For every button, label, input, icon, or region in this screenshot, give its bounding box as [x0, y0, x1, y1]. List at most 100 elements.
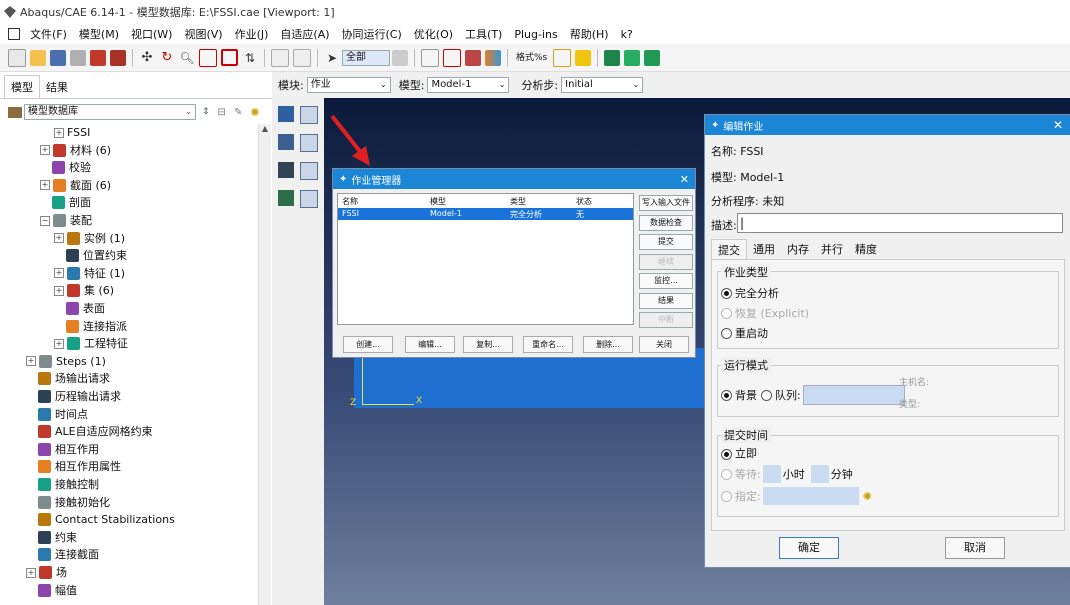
- tree-item[interactable]: 幅值: [26, 582, 77, 599]
- constraint-tool-icon[interactable]: [465, 49, 481, 66]
- app-menu-icon[interactable]: [8, 28, 20, 40]
- model-combo[interactable]: Model-1 ⌄: [427, 77, 510, 93]
- optimization-icon[interactable]: [278, 190, 294, 206]
- table-row[interactable]: FSSI Model-1 完全分析 无: [338, 208, 633, 220]
- tree-item[interactable]: 表面: [54, 300, 105, 317]
- column-header[interactable]: 模型: [430, 196, 446, 207]
- menu-item-4[interactable]: 作业(J): [235, 26, 269, 42]
- description-input[interactable]: |: [737, 213, 1063, 233]
- expand-icon[interactable]: +: [26, 567, 36, 578]
- job-type-option[interactable]: 重启动: [721, 323, 809, 343]
- expand-icon[interactable]: +: [26, 356, 36, 367]
- close-button[interactable]: 关闭: [639, 336, 689, 353]
- tab-2[interactable]: 内存: [781, 239, 815, 259]
- step-combo[interactable]: Initial ⌄: [561, 77, 644, 93]
- cancel-button[interactable]: 取消: [945, 537, 1005, 559]
- hours-input[interactable]: [762, 465, 781, 483]
- minutes-input[interactable]: [810, 465, 829, 483]
- tree-item[interactable]: 位置约束: [54, 247, 127, 264]
- save-icon[interactable]: [50, 49, 66, 66]
- tree-item[interactable]: 相互作用属性: [26, 458, 121, 475]
- collapse-icon[interactable]: −: [40, 215, 50, 226]
- tree-item[interactable]: + 特征 (1): [54, 265, 125, 282]
- close-icon[interactable]: ✕: [680, 173, 689, 186]
- queue-combo[interactable]: [802, 385, 905, 405]
- cube-yellow-icon[interactable]: [575, 49, 592, 66]
- tree-item[interactable]: 连接截面: [26, 546, 99, 563]
- job-bottom-button[interactable]: 复制...: [463, 336, 513, 353]
- job-manager-icon[interactable]: [300, 106, 318, 124]
- filter-icon[interactable]: ⊟: [218, 107, 226, 118]
- new-icon[interactable]: [8, 48, 26, 67]
- tree-item[interactable]: Contact Stabilizations: [26, 511, 175, 528]
- tab-1[interactable]: 通用: [747, 239, 781, 259]
- cycle-views-icon[interactable]: ⇅: [242, 50, 258, 66]
- tree-item[interactable]: + 材料 (6): [40, 142, 111, 159]
- adaptivity-manager-icon[interactable]: [300, 134, 318, 152]
- plugin-red-icon[interactable]: [90, 49, 106, 66]
- tree-item[interactable]: + 场: [26, 564, 67, 581]
- tree-item[interactable]: 时间点: [26, 406, 88, 423]
- job-action-button[interactable]: 写入输入文件: [639, 195, 693, 211]
- menu-item-2[interactable]: 视口(W): [131, 26, 172, 42]
- tree-item[interactable]: + Steps (1): [26, 353, 106, 370]
- tree-item[interactable]: 剖面: [40, 194, 91, 211]
- column-header[interactable]: 类型: [510, 196, 526, 207]
- expand-icon[interactable]: +: [40, 180, 50, 191]
- cube-green-icon[interactable]: [644, 49, 661, 66]
- immediately-radio[interactable]: [721, 448, 732, 460]
- rotate-icon[interactable]: ↻: [159, 50, 175, 66]
- grid-alt-icon[interactable]: [624, 49, 641, 66]
- job-bottom-button[interactable]: 重命名...: [523, 336, 573, 353]
- tree-item[interactable]: + 集 (6): [54, 282, 114, 299]
- menu-item-3[interactable]: 视图(V): [184, 26, 222, 42]
- co-execution-icon[interactable]: [278, 162, 294, 178]
- menu-item-9[interactable]: Plug-ins: [514, 28, 557, 41]
- tree-scrollbar[interactable]: ▲: [258, 124, 271, 605]
- tree-item[interactable]: 接触初始化: [26, 494, 110, 511]
- tree-source-combo[interactable]: 模型数据库 ⌄: [24, 104, 196, 120]
- job-type-option[interactable]: 完全分析: [721, 283, 809, 303]
- scroll-up-icon[interactable]: ▲: [259, 124, 271, 133]
- co-execution-manager-icon[interactable]: [300, 162, 318, 180]
- expand-icon[interactable]: +: [54, 127, 64, 138]
- close-icon[interactable]: ✕: [1053, 118, 1063, 132]
- menu-item-1[interactable]: 模型(M): [79, 26, 119, 42]
- ok-button[interactable]: 确定: [779, 537, 839, 559]
- job-create-icon[interactable]: [278, 106, 294, 122]
- job-type-radio[interactable]: [721, 307, 732, 319]
- job-action-button[interactable]: 数据检查: [639, 214, 693, 231]
- cube-outline-icon[interactable]: [553, 48, 572, 67]
- bulb-icon[interactable]: ✺: [250, 106, 259, 119]
- tree-item[interactable]: 相互作用: [26, 441, 99, 458]
- column-header[interactable]: 状态: [576, 196, 592, 207]
- pan-icon[interactable]: ✣: [139, 50, 155, 66]
- menu-item-10[interactable]: 帮助(H): [570, 26, 609, 42]
- stepper-icon[interactable]: ⇕: [202, 107, 210, 117]
- at-radio[interactable]: [721, 490, 732, 502]
- menu-item-0[interactable]: 文件(F): [30, 26, 67, 42]
- menu-item-5[interactable]: 自适应(A): [280, 26, 329, 42]
- expand-icon[interactable]: +: [54, 338, 64, 349]
- tree-item[interactable]: + 截面 (6): [40, 177, 111, 194]
- adaptivity-icon[interactable]: [278, 134, 294, 150]
- optimization-manager-icon[interactable]: [300, 190, 318, 208]
- expand-icon[interactable]: +: [54, 285, 64, 296]
- style-icon[interactable]: 格式%s: [514, 50, 549, 66]
- tree-item[interactable]: 接触控制: [26, 476, 99, 493]
- job-bottom-button[interactable]: 删除...: [583, 336, 633, 353]
- job-bottom-button[interactable]: 编辑...: [405, 336, 455, 353]
- expand-icon[interactable]: +: [54, 233, 64, 244]
- menu-item-8[interactable]: 工具(T): [465, 26, 502, 42]
- tree-item[interactable]: + 实例 (1): [54, 230, 125, 247]
- expand-icon[interactable]: +: [40, 145, 50, 156]
- job-action-button[interactable]: 提交: [639, 234, 693, 250]
- queue-radio[interactable]: [761, 389, 772, 401]
- job-type-option[interactable]: 恢复 (Explicit): [721, 303, 809, 323]
- job-action-button[interactable]: 中断: [639, 312, 693, 328]
- tree-item[interactable]: 历程输出请求: [26, 388, 121, 405]
- wait-radio[interactable]: [721, 468, 732, 480]
- zoom-icon[interactable]: 🔍︎: [179, 50, 195, 66]
- view-front-icon[interactable]: [271, 48, 289, 67]
- background-radio[interactable]: [721, 389, 732, 401]
